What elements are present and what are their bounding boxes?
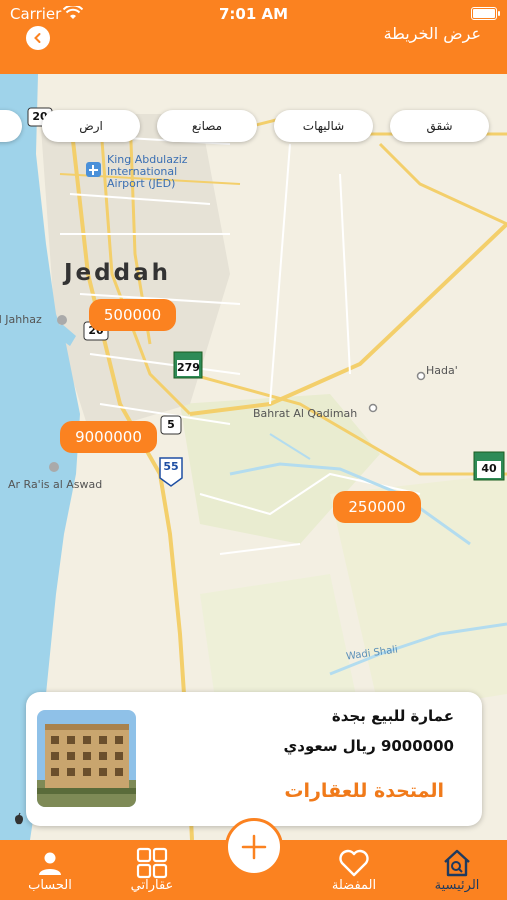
tab-home[interactable]: الرئيسية bbox=[417, 848, 497, 893]
city-label: Jeddah bbox=[64, 260, 171, 286]
filter-chip-land[interactable]: ارض bbox=[42, 110, 140, 142]
company-name: المتحدة للعقارات bbox=[284, 780, 444, 802]
status-time: 7:01 AM bbox=[218, 5, 289, 23]
back-button[interactable] bbox=[26, 26, 50, 50]
hada-label: Hada' bbox=[426, 364, 458, 377]
home-search-icon bbox=[444, 849, 470, 877]
raisalaswad-label: Ar Ra'is al Aswad bbox=[8, 478, 103, 491]
road-shield-40: 40 bbox=[481, 462, 497, 475]
tab-account[interactable]: الحساب bbox=[10, 848, 90, 893]
filter-chip-factories[interactable]: مصانع bbox=[157, 110, 257, 142]
road-shield-55: 55 bbox=[163, 460, 179, 473]
page-title: عرض الخريطة bbox=[383, 24, 481, 43]
chevron-left-icon bbox=[34, 33, 41, 43]
header-bar: Carrier 7:01 AM عرض الخريطة bbox=[0, 0, 507, 74]
tab-account-label: الحساب bbox=[28, 878, 72, 893]
property-card[interactable]: عمارة للبيع بجدة 9000000 ريال سعودي المت… bbox=[26, 692, 482, 826]
bahrat-label: Bahrat Al Qadimah bbox=[253, 407, 358, 420]
status-bar: Carrier 7:01 AM bbox=[0, 4, 507, 24]
tab-my-properties[interactable]: عقاراتي bbox=[112, 847, 192, 893]
road-shield-5: 5 bbox=[167, 418, 175, 431]
road-shield-279: 279 bbox=[177, 361, 200, 374]
tab-home-label: الرئيسية bbox=[434, 878, 480, 893]
tab-my-properties-label: عقاراتي bbox=[130, 878, 174, 893]
heart-icon bbox=[339, 849, 369, 877]
apple-maps-logo bbox=[15, 812, 23, 825]
plus-icon bbox=[241, 834, 267, 860]
price-marker[interactable]: 250000 bbox=[333, 491, 421, 523]
tab-bar: الحساب عقاراتي المفضلة الرئيسية bbox=[0, 818, 507, 900]
property-price: 9000000 ريال سعودي bbox=[283, 737, 455, 755]
add-property-button[interactable] bbox=[225, 818, 283, 876]
grid-icon bbox=[136, 847, 168, 879]
filter-chip-apartments[interactable]: شقق bbox=[390, 110, 489, 142]
price-marker[interactable]: 9000000 bbox=[60, 421, 157, 453]
filter-chip-chalets[interactable]: شاليهات bbox=[274, 110, 373, 142]
jahhaz-label: al Jahhaz bbox=[0, 313, 42, 326]
property-image bbox=[37, 710, 136, 807]
tab-favorites[interactable]: المفضلة bbox=[314, 848, 394, 893]
airport-label: King Abdulaziz International Airport (JE… bbox=[107, 153, 188, 190]
price-marker[interactable]: 500000 bbox=[89, 299, 176, 331]
property-title: عمارة للبيع بجدة bbox=[331, 707, 454, 725]
battery-icon bbox=[471, 7, 500, 20]
tab-favorites-label: المفضلة bbox=[331, 878, 377, 893]
person-icon bbox=[39, 852, 61, 875]
